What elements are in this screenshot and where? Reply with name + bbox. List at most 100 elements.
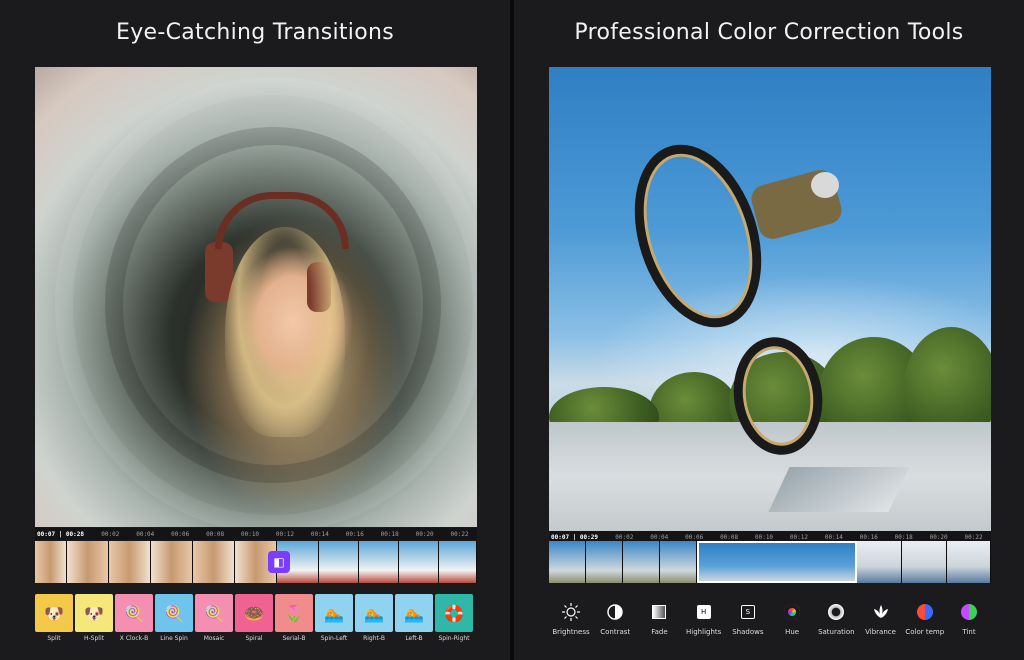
tool-label: Highlights <box>686 628 722 636</box>
transition-label: Mosaic <box>203 635 225 642</box>
tick-label: 00:12 <box>789 533 808 541</box>
tick-label: 00:08 <box>206 530 225 538</box>
transition-item[interactable]: 🍩 Spiral <box>235 594 273 650</box>
transition-item[interactable]: 🐶 Split <box>35 594 73 650</box>
clip-frame <box>109 541 151 583</box>
clip-frame <box>623 541 660 583</box>
panel-title: Professional Color Correction Tools <box>574 20 964 45</box>
tick-label: 00:06 <box>171 530 190 538</box>
clip-frame <box>549 541 586 583</box>
tick-label: 00:06 <box>685 533 704 541</box>
transition-item[interactable]: 🍭 X Clock-B <box>115 594 153 650</box>
tool-brightness[interactable]: Brightness <box>549 594 593 644</box>
transition-label: H-Split <box>84 635 104 642</box>
transition-item[interactable]: 🐶 H-Split <box>75 594 113 650</box>
tool-tint[interactable]: Tint <box>947 594 991 644</box>
tool-hue[interactable]: Hue <box>770 594 814 644</box>
tool-highlights[interactable]: H Highlights <box>682 594 726 644</box>
selected-clip[interactable] <box>697 541 857 583</box>
tick-label: 00:10 <box>754 533 774 541</box>
transition-label: Spiral <box>245 635 263 642</box>
lollipop-icon: 🍭 <box>195 594 233 632</box>
tick-label: 00:14 <box>824 533 843 541</box>
tick-label: 00:02 <box>101 530 120 538</box>
transition-item[interactable]: 🍭 Line Spin <box>155 594 193 650</box>
clip-frame <box>857 541 902 583</box>
transition-marker-icon[interactable]: ◧ <box>268 551 290 573</box>
clip-frame <box>35 541 67 583</box>
dog-icon: 🐶 <box>35 594 73 632</box>
video-preview[interactable] <box>549 67 991 532</box>
clip-frame <box>319 541 359 583</box>
clip-frame <box>151 541 193 583</box>
tick-label: 00:18 <box>894 533 913 541</box>
clip-frame <box>359 541 399 583</box>
tool-label: Contrast <box>600 628 631 636</box>
hue-wheel-icon <box>783 603 801 621</box>
tick-label: 00:22 <box>964 533 983 541</box>
tool-contrast[interactable]: Contrast <box>593 594 637 644</box>
tick-label: 00:12 <box>275 530 294 538</box>
clip-frame <box>193 541 235 583</box>
tick-label: 00:16 <box>345 530 364 538</box>
swimmer-icon: 🏊 <box>395 594 433 632</box>
transition-item[interactable]: 🏊 Right-B <box>355 594 393 650</box>
sun-icon <box>562 603 580 621</box>
video-filmstrip[interactable] <box>549 541 991 583</box>
swimmer-icon: 🏊 <box>315 594 353 632</box>
transition-item[interactable]: 🏊 Left-B <box>395 594 433 650</box>
tint-icon <box>960 603 978 621</box>
tool-label: Fade <box>651 628 668 636</box>
highlights-icon: H <box>695 603 713 621</box>
tick-label: 00:20 <box>929 533 948 541</box>
tool-saturation[interactable]: Saturation <box>814 594 858 644</box>
transition-item[interactable]: 🏊 Spin-Left <box>315 594 353 650</box>
transition-item[interactable]: 🍭 Mosaic <box>195 594 233 650</box>
tick-label: 00:14 <box>310 530 329 538</box>
lollipop-icon: 🍭 <box>155 594 193 632</box>
transitions-panel: Eye-Catching Transitions 00:07 | 00:28 0… <box>0 0 510 660</box>
contrast-icon <box>606 603 624 621</box>
timeline-ruler[interactable]: 00:07 | 00:28 00:02 00:04 00:06 00:08 00… <box>35 528 477 540</box>
transition-item[interactable]: 🌷 Serial-B <box>275 594 313 650</box>
transition-label: Left-B <box>405 635 423 642</box>
tick-label: 00:08 <box>720 533 739 541</box>
color-temp-icon <box>916 603 934 621</box>
hair <box>225 227 345 437</box>
rider-helmet <box>811 172 839 198</box>
transition-label: Spin-Right <box>438 635 470 642</box>
video-filmstrip[interactable] <box>35 541 477 583</box>
tool-shadows[interactable]: S Shadows <box>726 594 770 644</box>
ramp <box>768 467 910 512</box>
tick-label: 00:10 <box>240 530 260 538</box>
tick-label: 00:18 <box>380 530 399 538</box>
transition-list[interactable]: 🐶 Split 🐶 H-Split 🍭 X Clock-B 🍭 Line Spin 🍭 M… <box>35 594 477 650</box>
tick-label: 00:16 <box>859 533 878 541</box>
tool-label: Hue <box>785 628 800 636</box>
transition-label: Right-B <box>363 635 385 642</box>
clip-frame <box>67 541 109 583</box>
transition-item[interactable]: 🛟 Spin-Right <box>435 594 473 650</box>
tulip-icon: 🌷 <box>275 594 313 632</box>
tool-label: Shadows <box>732 628 764 636</box>
timecode: 00:07 | 00:28 <box>37 530 84 538</box>
vibrance-icon <box>872 603 890 621</box>
transition-label: Line Spin <box>160 635 188 642</box>
clip-frame <box>399 541 439 583</box>
clip-frame <box>902 541 947 583</box>
timecode: 00:07 | 00:29 <box>551 533 598 541</box>
tick-label: 00:04 <box>650 533 669 541</box>
donut-icon: 🍩 <box>235 594 273 632</box>
dog-icon: 🐶 <box>75 594 113 632</box>
tool-vibrance[interactable]: Vibrance <box>859 594 903 644</box>
tool-fade[interactable]: Fade <box>637 594 681 644</box>
clip-frame <box>947 541 991 583</box>
adjustment-toolbar[interactable]: Brightness Contrast Fade H Highlights S … <box>549 594 991 644</box>
float-icon: 🛟 <box>435 594 473 632</box>
tick-label: 00:02 <box>615 533 634 541</box>
video-preview[interactable] <box>35 67 477 527</box>
tick-label: 00:22 <box>450 530 469 538</box>
fade-icon <box>650 603 668 621</box>
tool-color-temp[interactable]: Color temp <box>903 594 947 644</box>
tool-label: Color temp <box>905 628 945 636</box>
